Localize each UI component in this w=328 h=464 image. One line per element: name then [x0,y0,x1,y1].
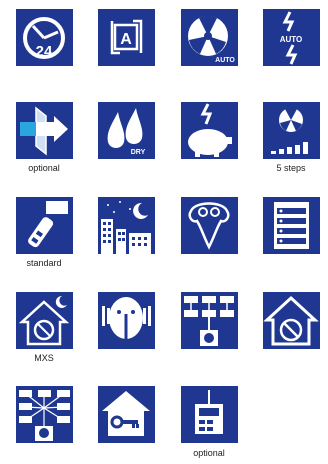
home-fan-icon [263,292,320,349]
comfort-people-icon [181,197,238,254]
caption-5-steps: 5 steps [276,163,306,173]
svg-text:AUTO: AUTO [215,57,235,64]
home-away-night-icon [16,292,73,349]
svg-text:24: 24 [36,43,53,60]
remote-control-icon [16,197,73,254]
svg-text:AUTO: AUTO [280,35,303,44]
svg-text:DRY: DRY [131,149,146,156]
auto-fan-icon: AUTO [181,9,238,66]
svg-text:A: A [120,31,132,48]
caption-standard: standard [26,258,62,268]
wired-controller-icon [181,386,238,443]
auto-power-icon: AUTO [263,9,320,66]
central-control-network-icon [16,386,73,443]
timer-24h-icon: 24 [16,9,73,66]
quiet-person-icon [98,292,155,349]
caption-mxs: MXS [34,353,54,363]
caption-optional-2: optional [193,448,225,458]
dry-mode-icon: DRY [98,102,155,159]
auto-mode-icon: A [98,9,155,66]
airflow-through-wall-icon [16,102,73,159]
caption-optional-1: optional [28,163,60,173]
menu-list-icon [263,197,320,254]
night-mode-city-icon [98,197,155,254]
home-key-icon [98,386,155,443]
econo-piggy-bank-icon [181,102,238,159]
fan-speed-steps-icon [263,102,320,159]
multi-unit-network-icon [181,292,238,349]
